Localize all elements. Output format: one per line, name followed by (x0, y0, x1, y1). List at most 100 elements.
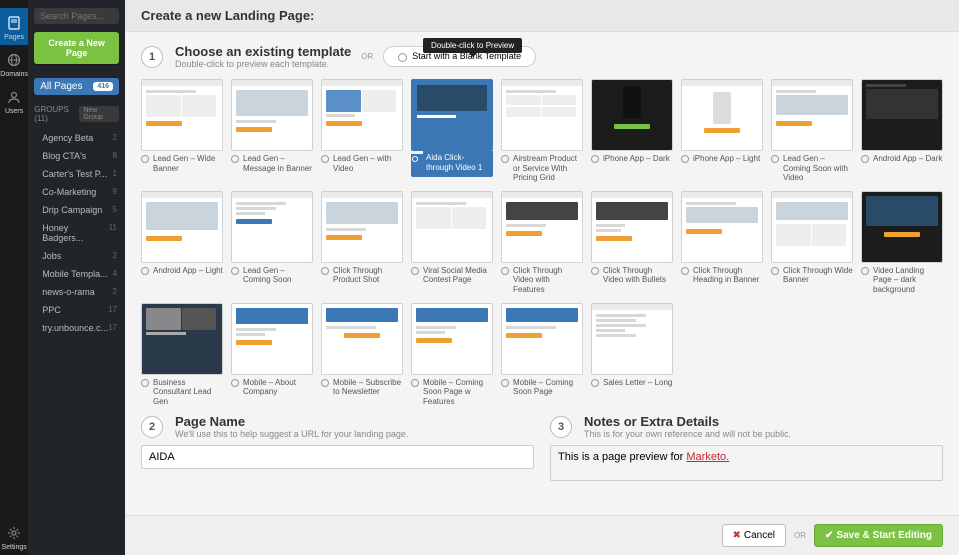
template-radio[interactable] (861, 267, 869, 275)
template-card[interactable]: Business Consultant Lead Gen (141, 303, 223, 407)
template-radio[interactable] (411, 155, 419, 163)
template-card[interactable]: Mobile – Subscribe to Newsletter (321, 303, 403, 407)
all-pages-filter[interactable]: All Pages 416 (34, 78, 119, 95)
group-count: 1 (113, 169, 117, 179)
template-card[interactable]: Video Landing Page – dark background (861, 191, 943, 295)
template-card[interactable]: Lead Gen – with Video (321, 79, 403, 183)
sidebar-group-item[interactable]: Blog CTA's8 (34, 147, 119, 165)
template-card[interactable]: Lead Gen – Message in Banner (231, 79, 313, 183)
template-card[interactable]: Click Through Product Shot (321, 191, 403, 295)
template-radio[interactable] (141, 379, 149, 387)
template-card[interactable]: Click Through Wide Banner (771, 191, 853, 295)
template-radio[interactable] (501, 267, 509, 275)
sidebar-group-item[interactable]: news-o-rama2 (34, 283, 119, 301)
template-card[interactable]: Click Through Heading in Banner (681, 191, 763, 295)
search-input[interactable] (34, 8, 119, 24)
rail-settings[interactable]: Settings (0, 518, 28, 555)
template-card[interactable]: Sales Letter – Long (591, 303, 673, 407)
template-card[interactable]: Mobile – Coming Soon Page w Features (411, 303, 493, 407)
template-radio[interactable] (771, 155, 779, 163)
template-thumb[interactable] (141, 303, 223, 375)
template-radio[interactable] (591, 379, 599, 387)
template-thumb[interactable] (231, 191, 313, 263)
template-thumb[interactable] (861, 79, 943, 151)
template-radio[interactable] (501, 379, 509, 387)
template-thumb[interactable] (591, 303, 673, 375)
template-thumb[interactable] (861, 191, 943, 263)
template-radio[interactable] (681, 155, 689, 163)
template-card[interactable]: Airstream Product or Service With Pricin… (501, 79, 583, 183)
template-card[interactable]: Lead Gen – Coming Soon with Video (771, 79, 853, 183)
template-radio[interactable] (591, 267, 599, 275)
template-card[interactable]: iPhone App – Dark (591, 79, 673, 183)
page-title: Create a new Landing Page: (125, 0, 959, 32)
template-thumb[interactable] (771, 191, 853, 263)
sidebar-group-item[interactable]: Agency Beta2 (34, 129, 119, 147)
template-thumb[interactable] (321, 303, 403, 375)
template-card[interactable]: Mobile – Coming Soon Page (501, 303, 583, 407)
template-card[interactable]: Click Through Video with Features (501, 191, 583, 295)
sidebar-group-item[interactable]: PPC17 (34, 301, 119, 319)
template-radio[interactable] (411, 267, 419, 275)
template-radio[interactable] (411, 379, 419, 387)
template-radio[interactable] (591, 155, 599, 163)
new-group-button[interactable]: New Group (79, 106, 119, 122)
template-thumb[interactable] (321, 191, 403, 263)
template-card[interactable]: Android App – Dark (861, 79, 943, 183)
template-radio[interactable] (231, 379, 239, 387)
template-thumb[interactable] (591, 79, 673, 151)
template-radio[interactable] (681, 267, 689, 275)
template-thumb[interactable] (411, 79, 493, 151)
template-thumb[interactable] (771, 79, 853, 151)
template-card[interactable]: Android App – Light (141, 191, 223, 295)
sidebar-group-item[interactable]: Mobile Templa...4 (34, 265, 119, 283)
template-name: Click Through Wide Banner (783, 266, 853, 285)
template-thumb[interactable] (591, 191, 673, 263)
notes-textarea[interactable]: This is a page preview for Marketo. (550, 445, 943, 481)
template-thumb[interactable] (501, 303, 583, 375)
template-thumb[interactable] (231, 79, 313, 151)
group-count: 2 (113, 251, 117, 261)
template-card[interactable]: Click Through Video with Bullets (591, 191, 673, 295)
rail-users[interactable]: Users (0, 82, 28, 119)
sidebar-group-item[interactable]: try.unbounce.c...17 (34, 319, 119, 337)
template-card[interactable]: Mobile – About Company (231, 303, 313, 407)
template-card[interactable]: Lead Gen – Wide Banner (141, 79, 223, 183)
template-radio[interactable] (141, 267, 149, 275)
template-radio[interactable] (321, 267, 329, 275)
template-card[interactable]: Aida Click-through Video 1 (411, 79, 493, 183)
template-thumb[interactable] (411, 303, 493, 375)
sidebar-group-item[interactable]: Carter's Test P...1 (34, 165, 119, 183)
rail-domains[interactable]: Domains (0, 45, 28, 82)
template-radio[interactable] (861, 155, 869, 163)
template-radio[interactable] (231, 155, 239, 163)
template-card[interactable]: Viral Social Media Contest Page (411, 191, 493, 295)
sidebar-group-item[interactable]: Co-Marketing9 (34, 183, 119, 201)
template-thumb[interactable] (501, 79, 583, 151)
template-thumb[interactable] (681, 79, 763, 151)
notes-link[interactable]: Marketo. (686, 451, 729, 463)
page-name-input[interactable] (141, 445, 534, 469)
template-radio[interactable] (141, 155, 149, 163)
sidebar-group-item[interactable]: Jobs2 (34, 247, 119, 265)
rail-pages[interactable]: Pages (0, 8, 28, 45)
template-thumb[interactable] (141, 191, 223, 263)
save-start-editing-button[interactable]: ✔Save & Start Editing (814, 524, 943, 547)
template-radio[interactable] (321, 155, 329, 163)
template-thumb[interactable] (501, 191, 583, 263)
template-thumb[interactable] (321, 79, 403, 151)
template-thumb[interactable] (681, 191, 763, 263)
cancel-button[interactable]: ✖Cancel (722, 524, 787, 547)
template-card[interactable]: Lead Gen – Coming Soon (231, 191, 313, 295)
sidebar-group-item[interactable]: Drip Campaign5 (34, 201, 119, 219)
template-radio[interactable] (771, 267, 779, 275)
create-new-page-button[interactable]: Create a New Page (34, 32, 119, 64)
template-thumb[interactable] (141, 79, 223, 151)
template-card[interactable]: iPhone App – Light (681, 79, 763, 183)
template-thumb[interactable] (231, 303, 313, 375)
template-radio[interactable] (321, 379, 329, 387)
sidebar-group-item[interactable]: Honey Badgers...11 (34, 219, 119, 247)
template-radio[interactable] (501, 155, 509, 163)
template-thumb[interactable] (411, 191, 493, 263)
template-radio[interactable] (231, 267, 239, 275)
